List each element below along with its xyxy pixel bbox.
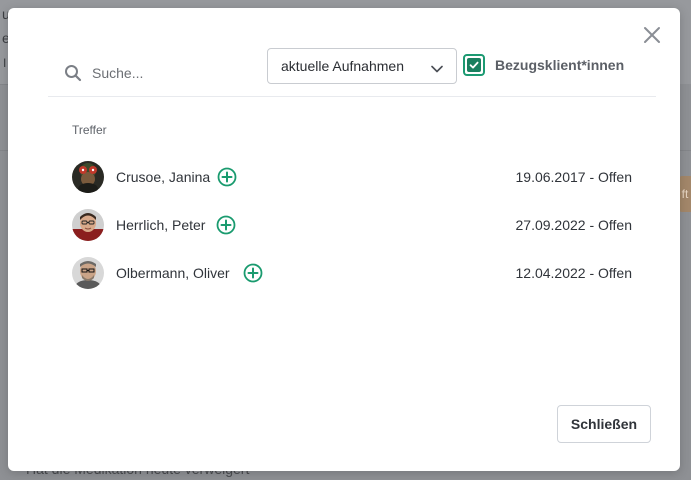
result-row: Olbermann, Oliver 12.04.2022 - Offen [72,257,632,291]
close-button[interactable]: Schließen [557,405,651,443]
background-button: ft [679,176,691,212]
admission-status: 12.04.2022 - Offen [515,265,633,281]
check-icon [467,58,481,72]
checkbox-label: Bezugsklient*innen [495,57,625,73]
chevron-down-icon [431,61,443,73]
background-divider [680,150,691,151]
filter-select-value: aktuelle Aufnahmen [281,58,404,74]
search-icon [64,64,82,82]
admission-status: 19.06.2017 - Offen [515,169,633,185]
search-bar [64,61,264,85]
background-divider [0,84,8,85]
result-row: Herrlich, Peter 27.09.2022 - Offen [72,209,632,243]
bezugsklienten-checkbox[interactable]: Bezugsklient*innen [463,54,624,76]
person-name[interactable]: Olbermann, Oliver [116,265,230,281]
filter-select[interactable]: aktuelle Aufnahmen [267,48,457,84]
background-text: I [3,56,7,70]
person-name[interactable]: Herrlich, Peter [116,217,205,233]
result-row: Crusoe, Janina 19.06.2017 - Offen [72,161,632,195]
add-icon[interactable] [243,263,263,283]
search-input[interactable] [92,65,252,81]
avatar [72,257,104,289]
search-dialog: aktuelle Aufnahmen Bezugsklient*innen Tr… [8,8,680,471]
checkbox-box[interactable] [463,54,485,76]
background-divider [0,150,8,151]
avatar [72,209,104,241]
add-icon[interactable] [217,167,237,187]
close-icon[interactable] [642,25,662,45]
person-name[interactable]: Crusoe, Janina [116,169,210,185]
admission-status: 27.09.2022 - Offen [515,217,633,233]
header-divider [48,96,656,97]
avatar [72,161,104,193]
add-icon[interactable] [216,215,236,235]
results-heading: Treffer [72,123,107,137]
